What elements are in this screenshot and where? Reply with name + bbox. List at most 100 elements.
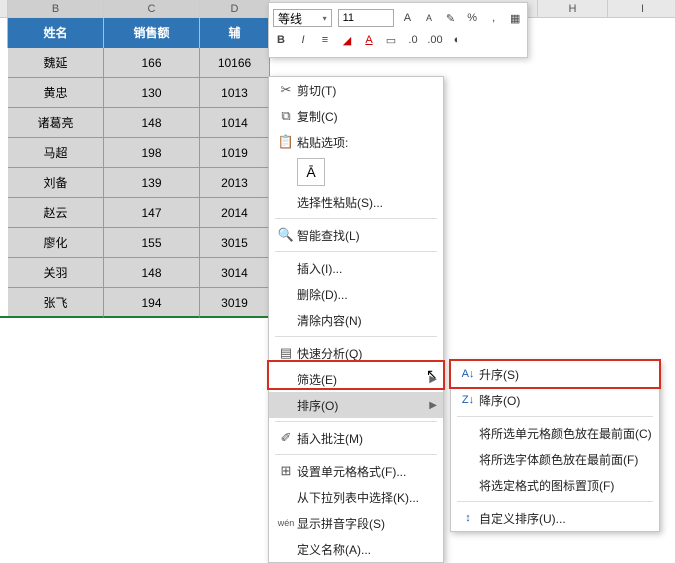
cell-sales[interactable]: 166 bbox=[104, 48, 200, 78]
fill-color-icon[interactable]: ◢ bbox=[339, 32, 355, 48]
italic-button[interactable]: I bbox=[295, 32, 311, 48]
menu-label: 插入批注(M) bbox=[297, 430, 437, 447]
separator bbox=[457, 501, 653, 502]
menu-copy[interactable]: ⧉复制(C) bbox=[269, 103, 443, 129]
borders-icon[interactable]: ▦ bbox=[507, 10, 523, 26]
clear-format-icon[interactable]: ◐ bbox=[449, 32, 465, 48]
cell-name[interactable]: 张飞 bbox=[8, 288, 104, 318]
cell-name[interactable]: 赵云 bbox=[8, 198, 104, 228]
decimal-dec-icon[interactable]: .00 bbox=[427, 32, 443, 48]
font-name-label: 等线 bbox=[278, 10, 302, 27]
cell-aux[interactable]: 2014 bbox=[200, 198, 270, 228]
menu-label: 从下拉列表中选择(K)... bbox=[297, 489, 437, 506]
gutter bbox=[0, 18, 8, 48]
cell-sales[interactable]: 198 bbox=[104, 138, 200, 168]
cell-aux[interactable]: 3014 bbox=[200, 258, 270, 288]
cell-sales[interactable]: 148 bbox=[104, 258, 200, 288]
menu-label: 删除(D)... bbox=[297, 286, 437, 303]
col-header-D[interactable]: D bbox=[200, 0, 270, 18]
paste-default-button[interactable]: Ā bbox=[297, 158, 325, 186]
cell-name[interactable]: 诸葛亮 bbox=[8, 108, 104, 138]
custom-sort-icon: ↕ bbox=[457, 512, 479, 524]
submenu-font-color-top[interactable]: 将所选字体颜色放在最前面(F) bbox=[451, 446, 659, 472]
cell-sales[interactable]: 147 bbox=[104, 198, 200, 228]
cell-name[interactable]: 刘备 bbox=[8, 168, 104, 198]
menu-label: 将选定格式的图标置顶(F) bbox=[479, 477, 653, 494]
menu-paste-special[interactable]: 选择性粘贴(S)... bbox=[269, 189, 443, 215]
cell-aux[interactable]: 1013 bbox=[200, 78, 270, 108]
cell-name[interactable]: 黄忠 bbox=[8, 78, 104, 108]
menu-insert-comment[interactable]: ✐插入批注(M) bbox=[269, 425, 443, 451]
col-header-H[interactable]: H bbox=[538, 0, 608, 18]
cell-sales[interactable]: 194 bbox=[104, 288, 200, 318]
cell-name[interactable]: 魏延 bbox=[8, 48, 104, 78]
submenu-custom-sort[interactable]: ↕自定义排序(U)... bbox=[451, 505, 659, 531]
align-icon[interactable]: ≡ bbox=[317, 32, 333, 48]
menu-define-name[interactable]: 定义名称(A)... bbox=[269, 536, 443, 562]
cell-name[interactable]: 马超 bbox=[8, 138, 104, 168]
bold-button[interactable]: B bbox=[273, 32, 289, 48]
format-painter-icon[interactable]: ✎ bbox=[443, 10, 459, 26]
cell-aux[interactable]: 1019 bbox=[200, 138, 270, 168]
menu-clear[interactable]: 清除内容(N) bbox=[269, 307, 443, 333]
cell-sales[interactable]: 148 bbox=[104, 108, 200, 138]
font-size-input[interactable] bbox=[338, 9, 394, 27]
decimal-inc-icon[interactable]: .0 bbox=[405, 32, 421, 48]
cell-aux[interactable]: 2013 bbox=[200, 168, 270, 198]
menu-show-pinyin[interactable]: wén显示拼音字段(S) bbox=[269, 510, 443, 536]
cell-aux[interactable]: 1014 bbox=[200, 108, 270, 138]
cell-sales[interactable]: 139 bbox=[104, 168, 200, 198]
menu-label: 降序(O) bbox=[479, 392, 653, 409]
menu-label: 快速分析(Q) bbox=[297, 345, 437, 362]
cell-sales[interactable]: 155 bbox=[104, 228, 200, 258]
menu-paste-options: 📋粘贴选项: bbox=[269, 129, 443, 155]
percent-icon[interactable]: % bbox=[464, 10, 480, 26]
search-icon: 🔍 bbox=[275, 227, 297, 243]
sort-submenu: A↓升序(S) Z↓降序(O) 将所选单元格颜色放在最前面(C) 将所选字体颜色… bbox=[450, 360, 660, 532]
menu-smart-lookup[interactable]: 🔍智能查找(L) bbox=[269, 222, 443, 248]
submenu-icon-top[interactable]: 将选定格式的图标置顶(F) bbox=[451, 472, 659, 498]
col-header-B[interactable]: B bbox=[8, 0, 104, 18]
menu-delete[interactable]: 删除(D)... bbox=[269, 281, 443, 307]
separator bbox=[275, 421, 437, 422]
menu-pick-from-list[interactable]: 从下拉列表中选择(K)... bbox=[269, 484, 443, 510]
menu-label: 智能查找(L) bbox=[297, 227, 437, 244]
menu-label: 粘贴选项: bbox=[297, 134, 437, 151]
clipboard-icon: 📋 bbox=[275, 134, 297, 150]
cell-aux[interactable]: 3019 bbox=[200, 288, 270, 318]
cell-aux[interactable]: 3015 bbox=[200, 228, 270, 258]
comment-icon: ✐ bbox=[275, 430, 297, 446]
border-icon[interactable]: ▭ bbox=[383, 32, 399, 48]
cell-name[interactable]: 关羽 bbox=[8, 258, 104, 288]
quick-analysis-icon: ▤ bbox=[275, 345, 297, 361]
increase-font-icon[interactable]: A bbox=[400, 10, 416, 26]
menu-label: 将所选字体颜色放在最前面(F) bbox=[479, 451, 653, 468]
menu-label: 剪切(T) bbox=[297, 82, 437, 99]
col-header-C[interactable]: C bbox=[104, 0, 200, 18]
cell-name[interactable]: 廖化 bbox=[8, 228, 104, 258]
menu-sort[interactable]: 排序(O)▶ bbox=[269, 392, 443, 418]
header-name: 姓名 bbox=[8, 18, 104, 48]
font-color-icon[interactable]: A bbox=[361, 32, 377, 48]
cell-sales[interactable]: 130 bbox=[104, 78, 200, 108]
separator bbox=[457, 416, 653, 417]
menu-cut[interactable]: ✂剪切(T) bbox=[269, 77, 443, 103]
menu-label: 插入(I)... bbox=[297, 260, 437, 277]
col-header-I[interactable]: I bbox=[608, 0, 675, 18]
comma-icon[interactable]: , bbox=[486, 10, 502, 26]
pinyin-icon: wén bbox=[275, 518, 297, 528]
menu-format-cells[interactable]: ⊞设置单元格格式(F)... bbox=[269, 458, 443, 484]
font-name-select[interactable]: 等线▾ bbox=[273, 9, 332, 27]
cell-aux[interactable]: 10166 bbox=[200, 48, 270, 78]
menu-label: 设置单元格格式(F)... bbox=[297, 463, 437, 480]
menu-label: 定义名称(A)... bbox=[297, 541, 437, 558]
submenu-cell-color-top[interactable]: 将所选单元格颜色放在最前面(C) bbox=[451, 420, 659, 446]
separator bbox=[275, 251, 437, 252]
menu-insert[interactable]: 插入(I)... bbox=[269, 255, 443, 281]
submenu-sort-desc[interactable]: Z↓降序(O) bbox=[451, 387, 659, 413]
decrease-font-icon[interactable]: A bbox=[421, 10, 437, 26]
sort-desc-icon: Z↓ bbox=[457, 394, 479, 406]
menu-label: 清除内容(N) bbox=[297, 312, 437, 329]
menu-label: 显示拼音字段(S) bbox=[297, 515, 437, 532]
highlight-box bbox=[267, 360, 445, 390]
